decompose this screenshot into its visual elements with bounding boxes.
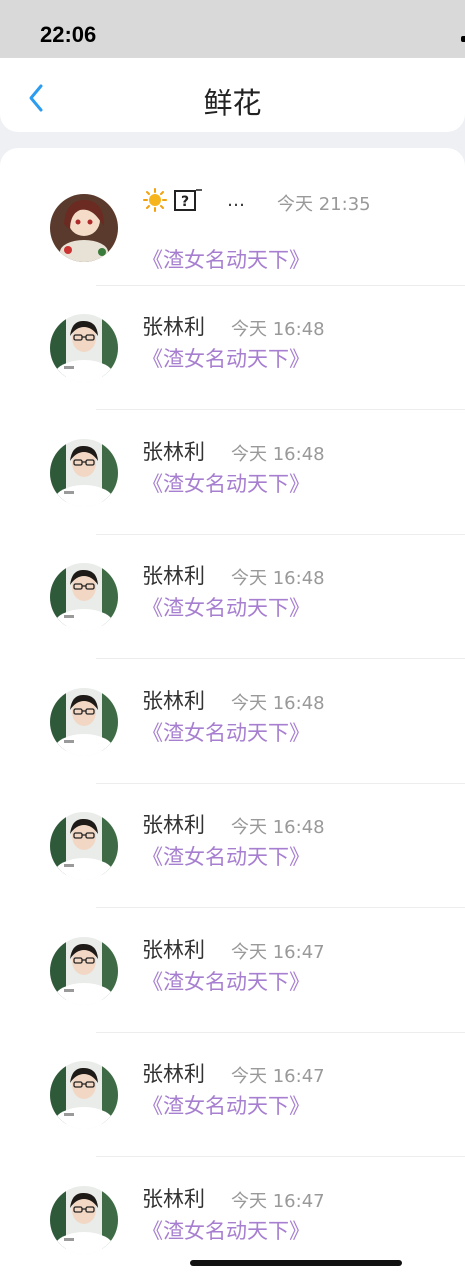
nav-bar: 鲜花 [0,58,465,132]
timestamp: 今天 16:48 [231,568,325,589]
timestamp: 今天 21:35 [277,194,371,215]
sender-name: 张林利 [142,1062,205,1086]
list-item[interactable]: 张林利 今天 16:48 《渣女名动天下》 [0,286,465,410]
page-title: 鲜花 [203,86,262,120]
gift-title: 《渣女名动天下》 [142,248,310,272]
list-item[interactable]: 张林利 今天 16:48 《渣女名动天下》 [0,784,465,908]
sender-name: 张林利 [142,1186,205,1211]
avatar[interactable] [50,1185,118,1254]
list-item[interactable]: 张林利 今天 16:47 《渣女名动天下》 [0,909,465,1033]
flower-record-list[interactable]: ? … 今天 21:35 《渣女名动天下》 张林利 今天 16:48 《渣女名动天下… [0,148,465,1280]
avatar[interactable] [50,194,118,262]
battery-edge-icon [461,36,465,42]
avatar[interactable] [50,438,118,507]
timestamp: 今天 16:48 [231,817,325,838]
home-indicator [190,1260,402,1266]
status-bar: 22:06 [0,0,465,58]
list-item[interactable]: 张林利 今天 16:48 《渣女名动天下》 [0,411,465,535]
avatar[interactable] [50,687,118,756]
timestamp: 今天 16:47 [231,941,325,963]
unknown-emoji-icon: ? [173,188,203,212]
gift-title: 《渣女名动天下》 [142,845,310,869]
sender-name: 张林利 [142,937,205,962]
timestamp: 今天 16:47 [231,1066,325,1087]
sender-name: 张林利 [142,315,205,339]
timestamp: 今天 16:48 [231,692,325,714]
sun-emoji-icon [143,188,167,212]
list-item[interactable]: ? … 今天 21:35 《渣女名动天下》 [0,148,465,286]
avatar[interactable] [50,1061,118,1129]
gift-title: 《渣女名动天下》 [142,1094,310,1118]
status-time: 22:06 [40,22,97,47]
gift-title: 《渣女名动天下》 [142,1218,310,1243]
gift-title: 《渣女名动天下》 [142,347,310,371]
gift-title: 《渣女名动天下》 [142,720,310,745]
sender-name: 张林利 [142,564,205,588]
gift-title: 《渣女名动天下》 [142,969,310,994]
timestamp: 今天 16:48 [231,443,325,465]
sender-name: 张林利 [142,813,205,837]
list-item[interactable]: 张林利 今天 16:47 《渣女名动天下》 [0,1033,465,1157]
timestamp: 今天 16:47 [231,1190,325,1212]
avatar[interactable] [50,563,118,631]
sender-name: ? … [143,188,246,212]
timestamp: 今天 16:48 [231,319,325,340]
sender-name: 张林利 [142,688,205,713]
avatar[interactable] [50,812,118,880]
avatar[interactable] [50,314,118,382]
list-item[interactable]: 张林利 今天 16:48 《渣女名动天下》 [0,660,465,784]
sender-name: 张林利 [142,439,205,464]
truncated-name-ellipsis: … [227,189,246,211]
gift-title: 《渣女名动天下》 [142,596,310,620]
list-item[interactable]: 张林利 今天 16:48 《渣女名动天下》 [0,535,465,659]
gift-title: 《渣女名动天下》 [142,471,310,496]
avatar[interactable] [50,936,118,1005]
svg-text:?: ? [181,194,189,210]
